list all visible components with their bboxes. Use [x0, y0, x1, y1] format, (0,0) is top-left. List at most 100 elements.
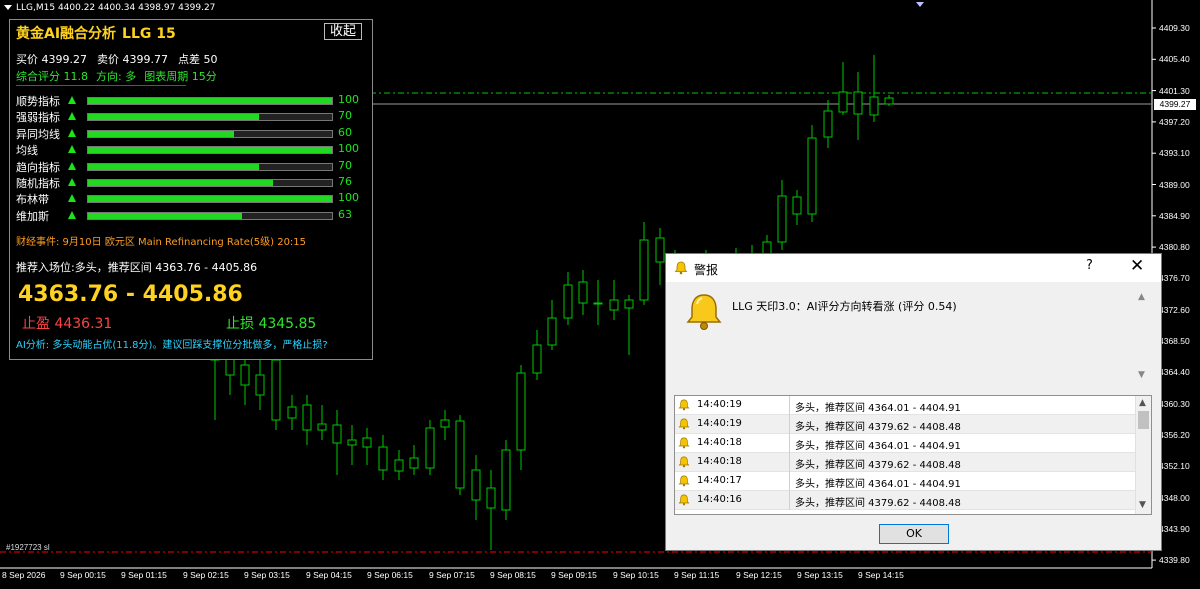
summary-row: 综合评分 11.8 方向: 多图表周期 15分 [16, 68, 225, 84]
scroll-down-icon[interactable]: ▼ [1138, 370, 1145, 380]
analysis-panel: 黄金AI融合分析 LLG 15 收起 买价 4399.27 卖价 4399.77 点差… [9, 19, 373, 360]
candle-body [777, 195, 787, 243]
alert-row-message: 多头，推荐区间 4364.01 - 4404.91 [795, 479, 961, 490]
indicator-name: 随机指标 [16, 177, 60, 190]
scroll-thumb[interactable] [1138, 411, 1149, 429]
column-divider [789, 434, 790, 453]
bell-icon [678, 399, 690, 414]
scroll-down-icon[interactable]: ▼ [1139, 500, 1146, 510]
alert-row-message: 多头，推荐区间 4364.01 - 4404.91 [795, 403, 961, 414]
indicator-value: 100 [338, 142, 359, 156]
column-divider [789, 396, 790, 415]
candle-body [271, 359, 281, 421]
arrow-up-icon [68, 194, 76, 203]
panel-title-symbol: LLG 15 [122, 26, 176, 42]
time-tick: 9 Sep 13:15 [797, 570, 843, 580]
indicator-name: 异同均线 [16, 127, 60, 141]
candle-body [394, 459, 404, 472]
close-button[interactable]: ✕ [1130, 256, 1144, 276]
entry-recommendation: 推荐入场位:多头，推荐区间 4363.76 - 4405.86 [16, 261, 258, 274]
scroll-up-icon[interactable]: ▲ [1139, 398, 1146, 408]
candle-body [655, 237, 665, 263]
time-tick: 9 Sep 08:15 [490, 570, 536, 580]
candle-body [624, 299, 634, 309]
time-tick: 9 Sep 12:15 [736, 570, 782, 580]
arrow-up-icon [68, 96, 76, 104]
alert-row[interactable]: 14:40:16 多头，推荐区间 4379.62 - 4408.48 [675, 491, 1137, 510]
alert-row[interactable]: 14:40:19 多头，推荐区间 4364.01 - 4404.91 [675, 396, 1137, 415]
price-tick: 4384.90 [1159, 210, 1190, 221]
collapse-button[interactable]: 收起 [324, 23, 362, 40]
indicator-value: 100 [338, 191, 359, 205]
candle-body [287, 406, 297, 419]
current-price-label: 4399.27 [1154, 99, 1196, 110]
candle-body [425, 427, 435, 469]
direction: 方向: 多 [96, 70, 137, 83]
indicator-name: 顺势指标 [16, 95, 60, 108]
ok-button[interactable]: OK [879, 524, 949, 544]
time-tick: 9 Sep 10:15 [613, 570, 659, 580]
alert-dialog: 警报 ? ✕ LLG 天印3.0：AI评分方向转看涨 (评分 0.54) ▲ ▼… [665, 253, 1162, 551]
arrow-up-icon [68, 112, 76, 121]
indicator-value: 63 [338, 207, 352, 221]
symbol-quote-text: LLG,M15 4400.22 4400.34 4398.97 4399.27 [16, 3, 216, 13]
candle-body [578, 281, 588, 304]
candle-body [440, 419, 450, 428]
indicator-row: 随机指标 76 [16, 175, 366, 191]
alert-row[interactable]: 14:40:18 多头，推荐区间 4364.01 - 4404.91 [675, 434, 1137, 453]
candle-body [302, 404, 312, 431]
dialog-title: 警报 [694, 263, 719, 277]
candle-body [240, 364, 250, 386]
price-tick: 4360.30 [1159, 398, 1190, 409]
quote-row: 买价 4399.27 卖价 4399.77 点差 50 [16, 51, 227, 67]
candle-body [516, 372, 526, 451]
column-divider [789, 472, 790, 491]
price-tick: 4401.30 [1159, 85, 1190, 96]
time-tick: 9 Sep 11:15 [674, 570, 720, 580]
indicator-value: 70 [338, 158, 352, 172]
indicator-name: 均线 [16, 144, 38, 158]
candle-body [409, 457, 419, 469]
indicator-bar-fill [88, 130, 235, 137]
indicator-name: 强弱指标 [16, 111, 60, 125]
indicator-bar-fill [88, 163, 259, 170]
alert-row[interactable]: 14:40:17 多头，推荐区间 4364.01 - 4404.91 [675, 472, 1137, 491]
price-tick: 4397.20 [1159, 116, 1190, 127]
symbol-info: LLG,M15 4400.22 4400.34 4398.97 4399.27 [4, 3, 215, 13]
score: 综合评分 11.8 [16, 70, 88, 83]
alert-time: 14:40:19 [697, 399, 742, 410]
dialog-titlebar[interactable]: 警报 ? ✕ [666, 254, 1161, 282]
indicator-row: 布林带 100 [16, 191, 366, 207]
indicator-bar [87, 162, 333, 171]
alert-row[interactable]: 14:40:19 多头，推荐区间 4379.62 - 4408.48 [675, 415, 1137, 434]
candle-body [639, 239, 649, 301]
chevron-down-icon[interactable] [4, 5, 12, 10]
price-tick: 4405.40 [1159, 54, 1190, 65]
message-area: LLG 天印3.0：AI评分方向转看涨 (评分 0.54) ▲ ▼ [674, 290, 1152, 388]
alert-history-list[interactable]: 14:40:19 多头，推荐区间 4364.01 - 4404.91 14:40:1… [674, 395, 1152, 515]
message-scrollbar[interactable]: ▲ ▼ [1135, 290, 1149, 385]
bell-icon [678, 456, 690, 471]
bell-icon [678, 494, 690, 509]
candle-body [807, 137, 817, 215]
price-tick: 4393.10 [1159, 148, 1190, 159]
scroll-up-icon[interactable]: ▲ [1138, 292, 1145, 302]
candle-body [378, 446, 388, 471]
stop-loss: 止损 4345.85 [226, 316, 317, 332]
ask-price: 卖价 4399.77 [96, 53, 168, 66]
alert-row-message: 多头，推荐区间 4379.62 - 4408.48 [795, 498, 961, 509]
column-divider [789, 491, 790, 510]
price-tick: 4409.30 [1159, 23, 1190, 33]
help-button[interactable]: ? [1086, 258, 1093, 273]
list-scrollbar[interactable]: ▲ ▼ [1135, 396, 1151, 514]
indicator-value: 76 [338, 175, 352, 188]
order-label[interactable]: #1927723 sl [6, 543, 50, 552]
candle-body [347, 439, 357, 446]
price-tick: 4389.00 [1159, 179, 1190, 190]
price-tick: 4376.70 [1159, 273, 1190, 284]
bell-icon [684, 292, 724, 336]
arrow-up-icon [68, 178, 76, 186]
candle-body [609, 299, 619, 311]
indicator-name: 维加斯 [16, 209, 49, 223]
alert-row[interactable]: 14:40:18 多头，推荐区间 4379.62 - 4408.48 [675, 453, 1137, 472]
